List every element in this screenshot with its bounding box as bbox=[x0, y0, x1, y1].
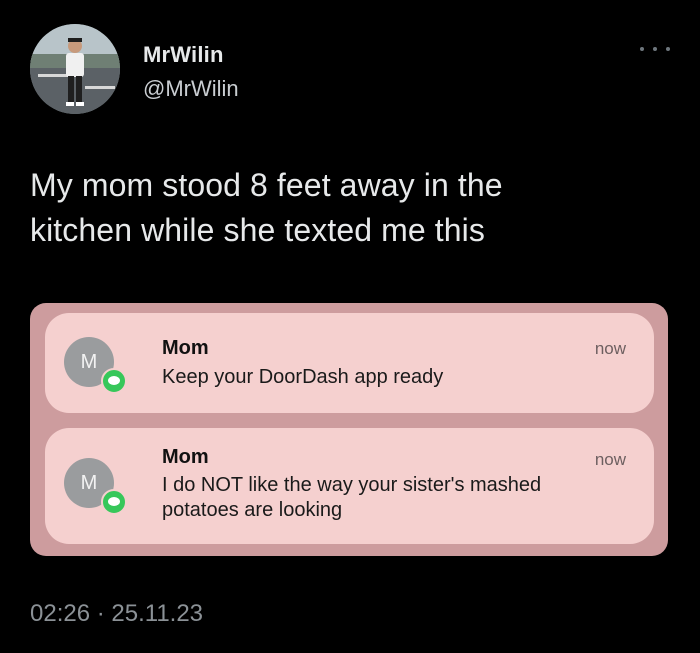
profile-avatar[interactable] bbox=[30, 24, 120, 114]
notification-time: now bbox=[594, 450, 626, 469]
profile-photo bbox=[30, 24, 120, 114]
notification-card: M Mom I do NOT like the way your sister'… bbox=[45, 428, 654, 544]
notification-sender: Mom bbox=[162, 446, 209, 468]
more-horizontal-icon[interactable] bbox=[640, 44, 670, 54]
tweet-media-image[interactable]: M Mom Keep your DoorDash app ready now M… bbox=[30, 303, 668, 556]
notification-message: Keep your DoorDash app ready bbox=[162, 366, 444, 388]
messages-app-icon bbox=[101, 368, 127, 394]
author-handle[interactable]: @MrWilin bbox=[143, 76, 239, 102]
author-display-name[interactable]: MrWilin bbox=[143, 42, 224, 68]
messages-app-icon bbox=[101, 489, 127, 515]
notification-sender: Mom bbox=[162, 337, 209, 359]
notification-card: M Mom Keep your DoorDash app ready now bbox=[45, 313, 654, 413]
tweet-timestamp[interactable]: 02:26 · 25.11.23 bbox=[30, 600, 203, 628]
notification-time: now bbox=[594, 339, 626, 358]
more-dot bbox=[666, 47, 670, 51]
more-dot bbox=[640, 47, 644, 51]
more-dot bbox=[653, 47, 657, 51]
notification-message: I do NOT like the way your sister's mash… bbox=[162, 474, 542, 521]
tweet: MrWilin @MrWilin My mom stood 8 feet awa… bbox=[0, 0, 700, 653]
tweet-text: My mom stood 8 feet away in the kitchen … bbox=[30, 167, 503, 248]
